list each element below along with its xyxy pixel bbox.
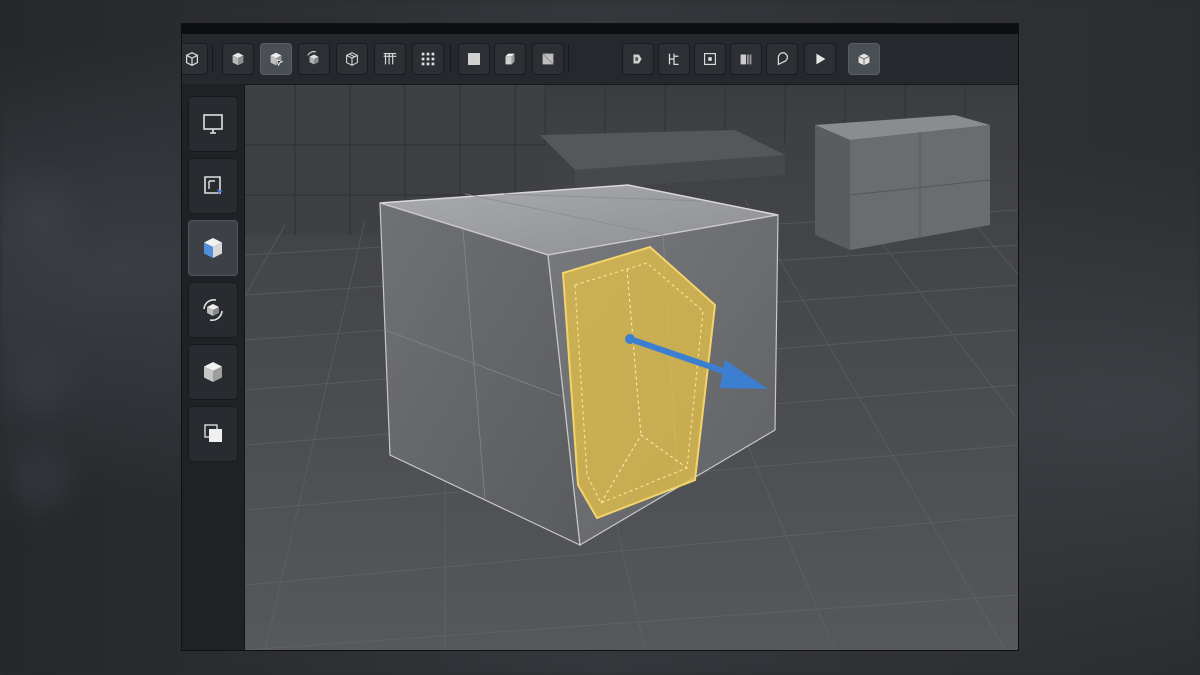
- snap-icon[interactable]: [694, 43, 726, 75]
- panel-view-icon[interactable]: [532, 43, 564, 75]
- left-tool-sidebar: [182, 84, 245, 650]
- extrude-icon[interactable]: [622, 43, 654, 75]
- selected-face-highlight: [561, 245, 717, 520]
- bevel-icon[interactable]: [730, 43, 762, 75]
- render-icon[interactable]: [848, 43, 880, 75]
- background-blur-shape: [14, 450, 64, 510]
- modeling-app-window: [182, 24, 1018, 650]
- top-toolbar: [182, 34, 1018, 85]
- cube-solid-icon[interactable]: [222, 43, 254, 75]
- cube-wire-icon[interactable]: [336, 43, 368, 75]
- monitor-icon[interactable]: [188, 96, 238, 152]
- cube-blue-icon[interactable]: [188, 220, 238, 276]
- split-icon[interactable]: [658, 43, 690, 75]
- box-view-icon[interactable]: [494, 43, 526, 75]
- face-view-icon[interactable]: [458, 43, 490, 75]
- title-bar: [182, 24, 1018, 34]
- grid-dots-icon[interactable]: [412, 43, 444, 75]
- cube-outline-icon[interactable]: [182, 43, 208, 75]
- knife-icon[interactable]: [766, 43, 798, 75]
- pillars-icon[interactable]: [374, 43, 406, 75]
- solid-cube-icon[interactable]: [188, 344, 238, 400]
- 3d-viewport[interactable]: [245, 85, 1018, 650]
- duplicate-icon[interactable]: [188, 406, 238, 462]
- background-blur-shape: [14, 350, 64, 410]
- select-region-icon[interactable]: [188, 158, 238, 214]
- cube-rotate-icon[interactable]: [298, 43, 330, 75]
- cube-select-icon[interactable]: [260, 43, 292, 75]
- play-icon[interactable]: [804, 43, 836, 75]
- background-blur-shape: [10, 180, 70, 250]
- rotate-object-icon[interactable]: [188, 282, 238, 338]
